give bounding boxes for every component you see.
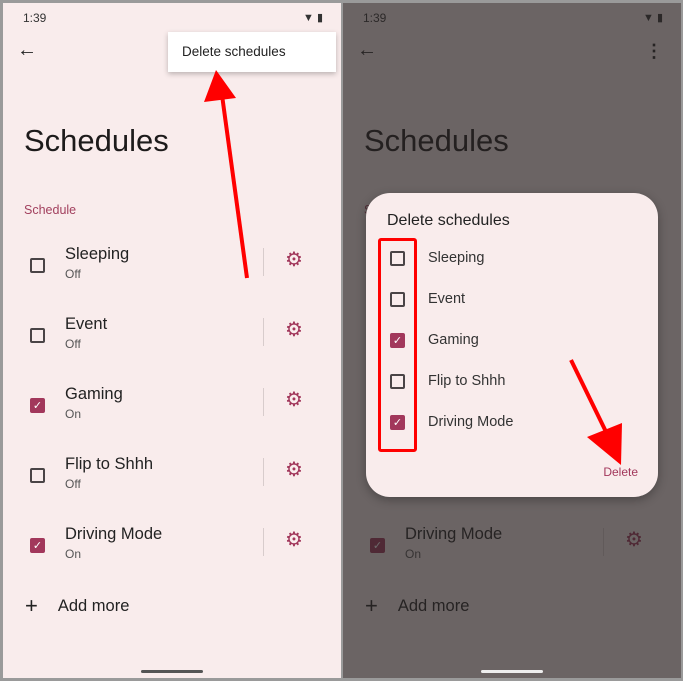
checkbox[interactable] bbox=[30, 258, 45, 273]
schedule-state: Off bbox=[65, 267, 81, 281]
dialog-item-label: Flip to Shhh bbox=[428, 373, 506, 389]
schedule-name: Driving Mode bbox=[65, 525, 163, 543]
dialog-item-label: Gaming bbox=[428, 332, 479, 348]
dialog-item[interactable]: ✓ Driving Mode bbox=[390, 410, 590, 440]
delete-button[interactable]: Delete bbox=[603, 465, 638, 479]
dialog-item-label: Sleeping bbox=[428, 250, 485, 266]
dialog-item[interactable]: Event bbox=[390, 287, 590, 317]
screen-menu-open: 1:39 ▼ ▮ ← Schedules Schedule Sleeping O… bbox=[3, 3, 341, 678]
annotation-highlight-box bbox=[378, 238, 417, 452]
schedule-state: On bbox=[65, 547, 82, 561]
schedule-row[interactable]: ✓ Driving Mode On ⚙ bbox=[3, 525, 341, 585]
divider bbox=[263, 458, 264, 486]
dialog-item-label: Event bbox=[428, 291, 466, 307]
checkbox[interactable] bbox=[30, 328, 45, 343]
divider bbox=[263, 248, 264, 276]
schedule-row[interactable]: Flip to Shhh Off ⚙ bbox=[3, 455, 341, 515]
gear-icon[interactable]: ⚙ bbox=[285, 317, 303, 342]
schedule-name: Flip to Shhh bbox=[65, 455, 154, 473]
schedule-row[interactable]: Sleeping Off ⚙ bbox=[3, 245, 341, 305]
schedule-name: Sleeping bbox=[65, 245, 130, 263]
gesture-bar[interactable] bbox=[141, 670, 203, 673]
dialog-item[interactable]: Flip to Shhh bbox=[390, 369, 590, 399]
gear-icon[interactable]: ⚙ bbox=[285, 457, 303, 482]
menu-item-delete-schedules[interactable]: Delete schedules bbox=[168, 32, 336, 72]
gear-icon[interactable]: ⚙ bbox=[285, 527, 303, 552]
page-title: Schedules bbox=[24, 123, 169, 158]
section-label: Schedule bbox=[24, 203, 77, 217]
back-arrow-icon[interactable]: ← bbox=[17, 39, 37, 62]
plus-icon: + bbox=[25, 593, 38, 618]
divider bbox=[263, 528, 264, 556]
schedule-row[interactable]: Event Off ⚙ bbox=[3, 315, 341, 375]
wifi-battery-icon: ▼ ▮ bbox=[303, 12, 323, 24]
schedule-row[interactable]: ✓ Gaming On ⚙ bbox=[3, 385, 341, 445]
schedule-name: Event bbox=[65, 315, 108, 333]
add-more-button[interactable]: + Add more bbox=[25, 593, 129, 619]
divider bbox=[263, 388, 264, 416]
checkbox[interactable] bbox=[30, 468, 45, 483]
gesture-bar[interactable] bbox=[481, 670, 543, 673]
status-time: 1:39 bbox=[23, 11, 47, 25]
checkbox[interactable]: ✓ bbox=[30, 538, 45, 553]
schedule-name: Gaming bbox=[65, 385, 123, 403]
divider bbox=[263, 318, 264, 346]
schedule-state: On bbox=[65, 407, 82, 421]
dialog-item[interactable]: Sleeping bbox=[390, 246, 590, 276]
dialog-title: Delete schedules bbox=[387, 212, 510, 229]
screen-dialog-open: 1:39 ▼ ▮ ← ⋮ Schedules Schedule Sleeping… bbox=[343, 3, 681, 678]
dialog-item-label: Driving Mode bbox=[428, 414, 514, 430]
add-more-label: Add more bbox=[57, 597, 130, 615]
checkbox[interactable]: ✓ bbox=[30, 398, 45, 413]
gear-icon[interactable]: ⚙ bbox=[285, 247, 303, 272]
dialog-item[interactable]: ✓ Gaming bbox=[390, 328, 590, 358]
schedule-state: Off bbox=[65, 337, 81, 351]
delete-schedules-dialog: Delete schedules Sleeping Event ✓ Gaming Fli… bbox=[366, 193, 658, 497]
gear-icon[interactable]: ⚙ bbox=[285, 387, 303, 412]
schedule-state: Off bbox=[65, 477, 81, 491]
